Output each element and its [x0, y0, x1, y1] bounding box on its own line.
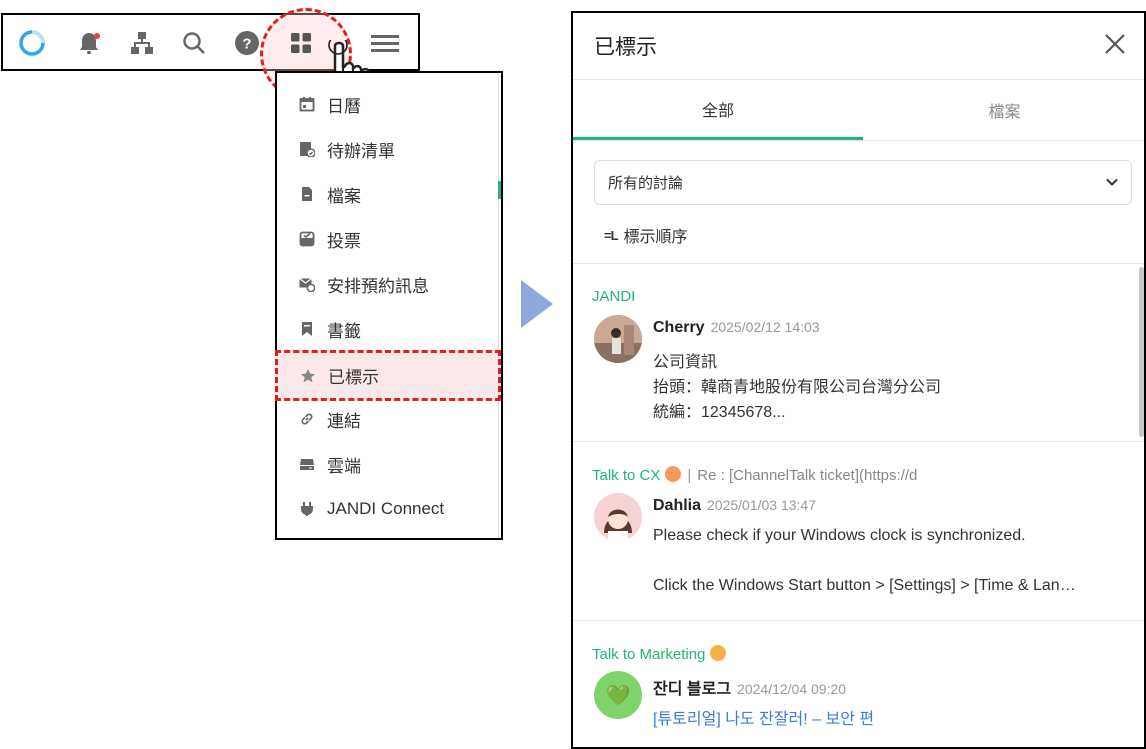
- message-channel[interactable]: Talk to CX | Re : [ChannelTalk ticket](htt…: [592, 466, 917, 484]
- plug-icon: [299, 501, 315, 517]
- menu-item-label: 書籤: [327, 321, 361, 341]
- menu-item-label: JANDI Connect: [327, 499, 445, 518]
- menu-item-bookmarks[interactable]: 書籤: [277, 308, 499, 350]
- message-text: 公司資訊: [653, 354, 718, 371]
- menu-item-label: 已標示: [328, 368, 379, 387]
- avatar[interactable]: [594, 493, 642, 541]
- sort-order-button[interactable]: =L 標示順序: [604, 223, 688, 247]
- menu-item-label: 安排預約訊息: [327, 276, 429, 296]
- message-time: 2025/02/12 14:03: [710, 319, 820, 335]
- discussion-filter-select[interactable]: 所有的討論: [594, 160, 1132, 205]
- message-time: 2025/01/03 13:47: [707, 497, 817, 513]
- starred-message[interactable]: Talk to Marketing 💚 잔디 블로그 2024/12/04 09:…: [573, 621, 1144, 747]
- chevron-down-icon: [1105, 175, 1119, 193]
- org-chart-icon[interactable]: [128, 29, 156, 57]
- menu-item-vote[interactable]: 投票: [277, 218, 499, 260]
- close-icon[interactable]: [1104, 33, 1126, 55]
- menu-item-label: 檔案: [327, 186, 361, 206]
- menu-item-jandi-connect[interactable]: JANDI Connect: [277, 488, 499, 530]
- star-icon: [300, 368, 316, 384]
- notification-dot: [94, 33, 100, 39]
- menu-item-label: 連結: [327, 411, 361, 431]
- scheduled-message-icon: [299, 276, 315, 292]
- apps-dropdown-menu: 日曆 待辦清單 檔案 投票 安排預約訊息 書籤 已標示 連結 雲端 JANDI …: [275, 71, 503, 540]
- message-author[interactable]: 잔디 블로그 2024/12/04 09:20: [653, 675, 846, 699]
- menu-item-label: 投票: [327, 231, 361, 251]
- menu-item-files[interactable]: 檔案: [277, 173, 499, 215]
- message-thread-title: Re : [ChannelTalk ticket](https://d: [697, 467, 918, 484]
- panel-tabs: 全部 檔案: [573, 80, 1144, 141]
- transition-arrow: [521, 280, 553, 328]
- link-icon: [299, 411, 315, 427]
- bell-icon[interactable]: [75, 29, 103, 57]
- message-link[interactable]: [튜토리얼] 나도 잔잘러! – 보안 편: [653, 705, 874, 729]
- sort-label: 標示順序: [623, 229, 688, 246]
- message-author[interactable]: Dahlia 2025/01/03 13:47: [653, 497, 816, 515]
- help-icon[interactable]: ?: [233, 29, 261, 57]
- calendar-icon: [299, 96, 315, 112]
- file-icon: [299, 186, 315, 202]
- menu-item-calendar[interactable]: 日曆: [277, 83, 499, 125]
- menu-item-todo[interactable]: 待辦清單: [277, 128, 499, 170]
- menu-item-starred[interactable]: 已標示: [275, 350, 501, 401]
- message-channel[interactable]: JANDI: [592, 288, 635, 305]
- message-text: 統編：12345678...: [653, 404, 786, 421]
- channel-emoji-icon: [710, 645, 727, 661]
- menu-item-label: 雲端: [327, 456, 361, 476]
- channel-separator: |: [687, 467, 692, 484]
- menu-item-label: 待辦清單: [327, 141, 395, 161]
- menu-item-links[interactable]: 連結: [277, 398, 499, 440]
- message-text: Please check if your Windows clock is sy…: [653, 527, 1026, 544]
- heart-icon: 💚: [605, 684, 631, 707]
- tab-files[interactable]: 檔案: [863, 80, 1144, 140]
- top-toolbar: ?: [1, 8, 420, 104]
- message-channel[interactable]: Talk to Marketing: [592, 645, 727, 663]
- search-icon[interactable]: [180, 29, 208, 57]
- avatar[interactable]: 💚: [594, 671, 642, 719]
- vote-icon: [299, 231, 315, 247]
- panel-header: 已標示: [573, 13, 1144, 80]
- avatar[interactable]: [594, 315, 642, 363]
- panel-title: 已標示: [594, 36, 657, 59]
- channel-emoji-icon: [665, 466, 682, 482]
- menu-item-scheduled-message[interactable]: 安排預約訊息: [277, 263, 499, 305]
- todo-icon: [299, 141, 315, 157]
- panel-scrollbar[interactable]: [1139, 267, 1144, 437]
- bookmark-icon: [299, 321, 315, 337]
- message-author[interactable]: Cherry 2025/02/12 14:03: [653, 319, 820, 337]
- starred-panel: 已標示 全部 檔案 所有的討論 =L 標示順序 JANDI Cherry 2025…: [571, 11, 1146, 749]
- starred-message[interactable]: Talk to CX | Re : [ChannelTalk ticket](htt…: [573, 442, 1144, 618]
- grid-icon[interactable]: [287, 29, 315, 57]
- message-text: 抬頭：韓商青地股份有限公司台灣分公司: [653, 379, 942, 396]
- svg-text:?: ?: [242, 36, 251, 53]
- cloud-drive-icon: [299, 456, 315, 472]
- menu-item-label: 日曆: [327, 96, 361, 116]
- message-time: 2024/12/04 09:20: [737, 681, 847, 697]
- tab-all[interactable]: 全部: [573, 80, 863, 140]
- filter-selected-value: 所有的討論: [608, 175, 684, 192]
- message-text: Click the Windows Start button > [Settin…: [653, 577, 1076, 594]
- menu-item-cloud[interactable]: 雲端: [277, 443, 499, 485]
- sort-icon: =L: [604, 227, 619, 243]
- starred-message[interactable]: JANDI Cherry 2025/02/12 14:03 公司資訊 抬頭：韓商青…: [573, 264, 1144, 440]
- loading-ring-icon[interactable]: [18, 29, 46, 57]
